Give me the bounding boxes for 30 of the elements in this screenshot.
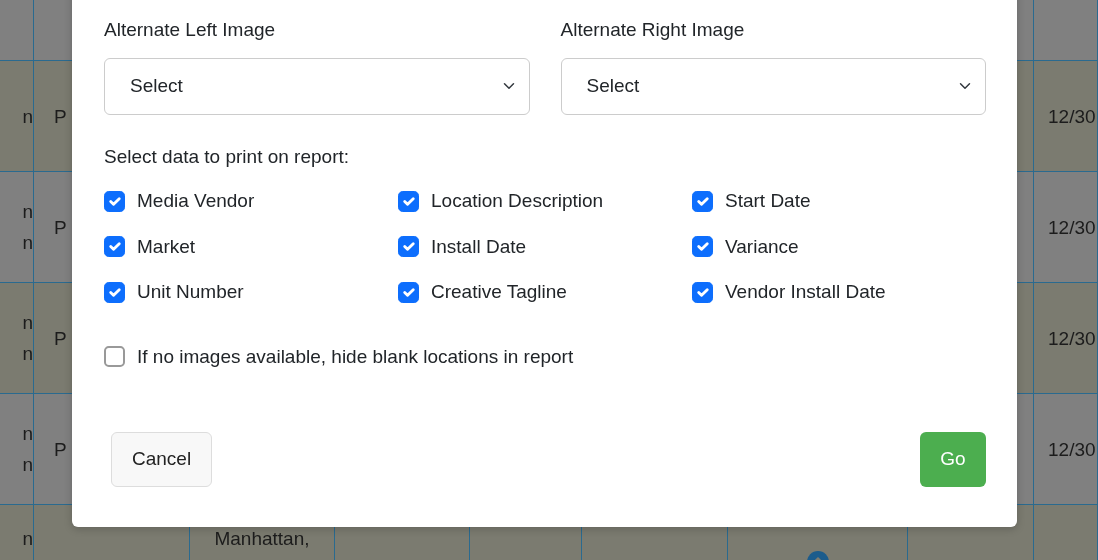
table-cell: n n [0, 172, 34, 283]
field-label: Alternate Left Image [104, 18, 276, 42]
table-cell: n [0, 505, 34, 560]
checkbox[interactable] [692, 190, 713, 212]
table-cell: 12/30 [1034, 61, 1098, 172]
checkbox[interactable] [398, 190, 419, 212]
field-label: Alternate Right Image [560, 18, 745, 42]
checkbox-label: Variance [725, 234, 799, 259]
checkbox[interactable] [692, 236, 713, 258]
checkbox[interactable] [692, 281, 713, 303]
table-cell: 12/30 [1034, 283, 1098, 394]
checkbox-label: Location Description [431, 189, 604, 213]
image-select[interactable]: Select [560, 57, 986, 115]
image-select[interactable]: Select [104, 57, 530, 115]
checkbox[interactable] [104, 236, 125, 258]
table-cell: n n [0, 283, 34, 394]
cancel-button[interactable]: Cancel [111, 432, 213, 487]
checkbox[interactable] [104, 190, 125, 212]
checkbox-label: Vendor Install Date [725, 280, 886, 304]
table-cell: 12/30 [1034, 172, 1098, 283]
checkbox-label: Start Date [725, 189, 811, 213]
checkbox-label: Creative Tagline [431, 280, 567, 304]
table-cell: n n [0, 394, 34, 505]
table-cell: 12/30 [1034, 394, 1098, 505]
checkbox-label: Install Date [431, 234, 527, 259]
checkbox[interactable] [398, 236, 419, 258]
table-cell: n [0, 61, 34, 172]
checkbox[interactable] [104, 346, 125, 368]
checkbox[interactable] [398, 281, 419, 303]
checkbox[interactable] [104, 281, 125, 303]
